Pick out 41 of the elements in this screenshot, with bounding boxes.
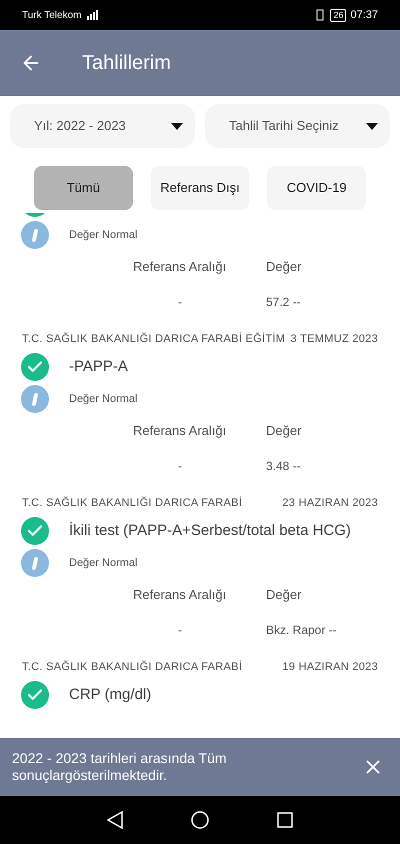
vibrate-icon xyxy=(314,9,326,21)
test-name: -PAPP-A xyxy=(69,356,128,377)
battery-level: 26 xyxy=(330,8,346,22)
clock: 07:37 xyxy=(350,8,378,23)
result-note: Değer Normal xyxy=(69,392,138,407)
snackbar-message: 2022 - 2023 tarihleri arasında Tüm sonuçlargösterilmektedir. xyxy=(12,750,228,784)
home-circle-icon[interactable] xyxy=(191,811,209,829)
result-date: 19 HAZIRAN 2023 xyxy=(282,660,378,674)
filter-tab[interactable]: Tümü xyxy=(34,166,133,210)
filter-tab[interactable]: Referans Dışı xyxy=(150,166,250,210)
table-cell-text: Bkz. Rapor -- xyxy=(266,622,338,638)
page-title: Tahlillerim xyxy=(82,51,171,76)
table-cell-text: 57.2 -- xyxy=(266,294,302,310)
column-header: Referans Aralığı xyxy=(133,422,228,440)
carrier-name: Turk Telekom xyxy=(22,8,100,22)
filter-tab[interactable]: COVID-19 xyxy=(267,166,366,210)
filter-dropdown[interactable]: Tahlil Tarihi Seçiniz xyxy=(205,104,390,148)
result-date: 3 TEMMUZ 2023 xyxy=(290,332,378,346)
hospital-name: T.C. SAĞLIK BAKANLIĞI DARICA FARABİ xyxy=(22,496,242,510)
result-note: Değer Normal xyxy=(69,228,138,243)
test-name: CRP (mg/dl) xyxy=(69,684,152,705)
hospital-name: T.C. SAĞLIK BAKANLIĞI DARICA FARABİ xyxy=(22,660,242,674)
table-cell-text: 3.48 -- xyxy=(266,458,302,474)
column-header: Değer xyxy=(266,422,302,440)
result-date: 23 HAZIRAN 2023 xyxy=(282,496,378,510)
result-note: Değer Normal xyxy=(69,556,138,571)
back-triangle-icon[interactable] xyxy=(107,811,123,829)
table-cell-text: - xyxy=(177,458,183,474)
column-header: Referans Aralığı xyxy=(133,258,228,276)
table-cell-text: - xyxy=(177,622,183,638)
signal-icon xyxy=(85,10,100,20)
table-cell-text: - xyxy=(177,294,183,310)
filter-dropdown[interactable]: Yıl: 2022 - 2023 xyxy=(10,104,195,148)
caret-icon xyxy=(366,122,378,130)
column-header: Değer xyxy=(266,586,302,604)
test-name: İkili test (PAPP-A+Serbest/total beta HCG) xyxy=(69,520,351,541)
square-icon[interactable] xyxy=(277,812,293,828)
column-header: Referans Aralığı xyxy=(133,586,228,604)
hospital-name: T.C. SAĞLIK BAKANLIĞI DARICA FARABİ EĞİTİM xyxy=(22,332,286,346)
column-header: Değer xyxy=(266,258,302,276)
caret-icon xyxy=(171,122,183,130)
